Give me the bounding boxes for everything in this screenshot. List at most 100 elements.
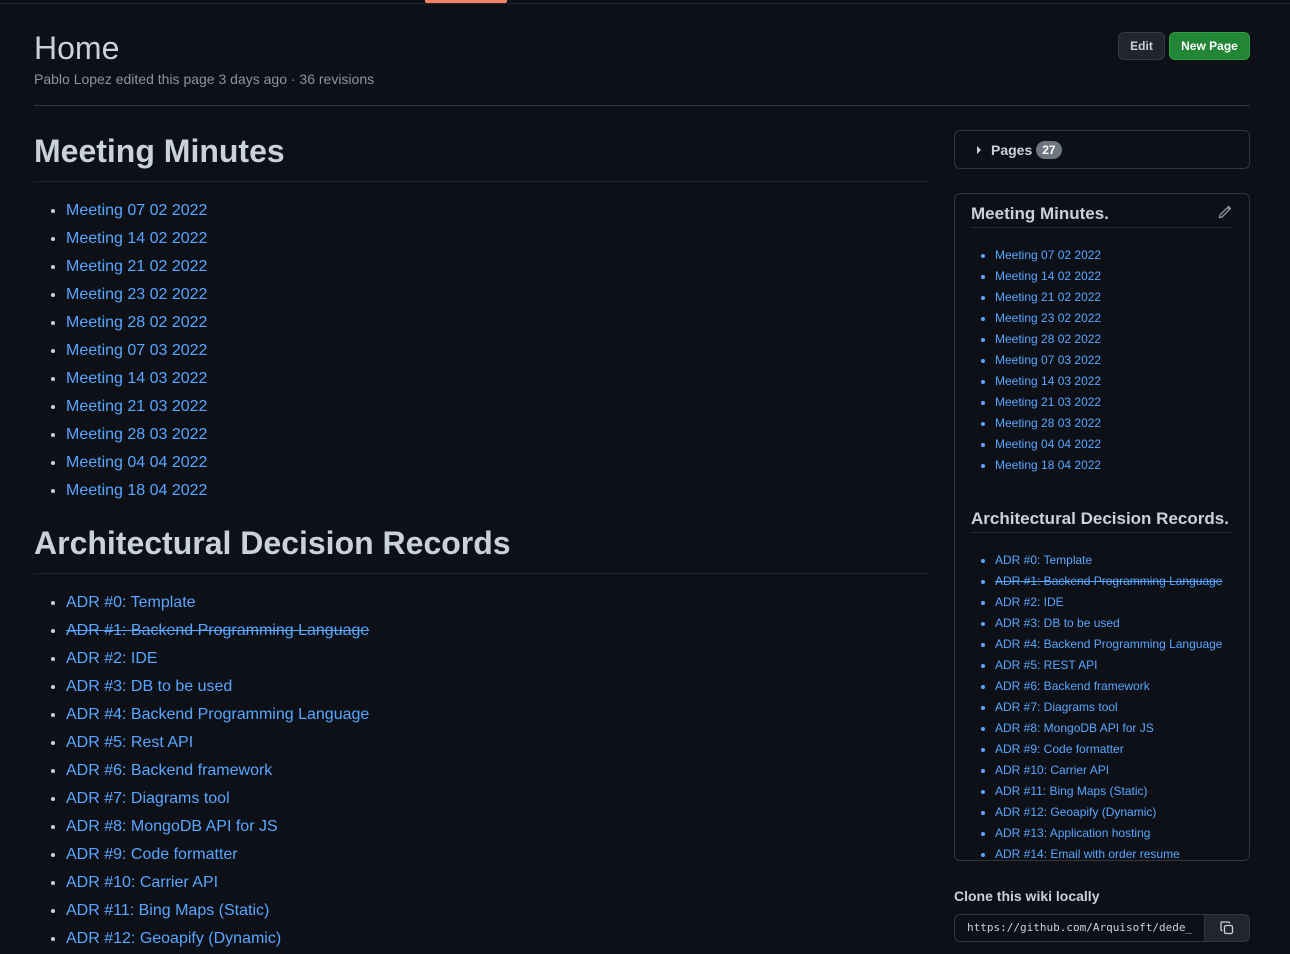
list-item: ADR #7: Diagrams tool: [995, 698, 1233, 719]
sidebar-adr-link[interactable]: ADR #4: Backend Programming Language: [995, 637, 1222, 651]
copy-button[interactable]: [1205, 914, 1250, 942]
list-item: Meeting 07 02 2022: [66, 198, 930, 226]
sidebar-meeting-link[interactable]: Meeting 14 02 2022: [995, 269, 1101, 283]
sidebar-adr-link[interactable]: ADR #2: IDE: [995, 595, 1064, 609]
adr-link[interactable]: ADR #12: Geoapify (Dynamic): [66, 930, 281, 947]
adr-link[interactable]: ADR #0: Template: [66, 594, 196, 611]
adr-link[interactable]: ADR #7: Diagrams tool: [66, 790, 230, 807]
list-item: Meeting 28 02 2022: [995, 330, 1233, 351]
adr-link-deprecated[interactable]: ADR #1: Backend Programming Language: [66, 622, 369, 639]
meeting-link[interactable]: Meeting 28 02 2022: [66, 314, 207, 331]
sidebar-adr-link[interactable]: ADR #7: Diagrams tool: [995, 700, 1118, 714]
adr-link[interactable]: ADR #11: Bing Maps (Static): [66, 902, 269, 919]
new-page-button[interactable]: New Page: [1169, 32, 1250, 60]
adr-heading: Architectural Decision Records: [34, 522, 930, 574]
adr-link[interactable]: ADR #8: MongoDB API for JS: [66, 818, 278, 835]
meeting-link[interactable]: Meeting 28 03 2022: [66, 426, 207, 443]
list-item: ADR #7: Diagrams tool: [66, 786, 930, 814]
sidebar-adr-link[interactable]: ADR #10: Carrier API: [995, 763, 1109, 777]
meeting-link[interactable]: Meeting 14 02 2022: [66, 230, 207, 247]
meeting-link[interactable]: Meeting 23 02 2022: [66, 286, 207, 303]
adr-link[interactable]: ADR #5: Rest API: [66, 734, 193, 751]
list-item: Meeting 21 03 2022: [66, 394, 930, 422]
clone-url-input[interactable]: https://github.com/Arquisoft/dede_: [954, 914, 1205, 942]
sidebar-meeting-link[interactable]: Meeting 07 02 2022: [995, 248, 1101, 262]
meeting-link[interactable]: Meeting 04 04 2022: [66, 454, 207, 471]
adr-link[interactable]: ADR #9: Code formatter: [66, 846, 238, 863]
sidebar-adr-link[interactable]: ADR #14: Email with order resume: [995, 847, 1180, 861]
edit-info: edited this page 3 days ago · 36 revisio…: [111, 71, 375, 87]
sidebar-adr-link[interactable]: ADR #12: Geoapify (Dynamic): [995, 805, 1156, 819]
list-item: ADR #11: Bing Maps (Static): [995, 782, 1233, 803]
page-meta: Pablo Lopez edited this page 3 days ago …: [34, 71, 374, 87]
list-item: ADR #9: Code formatter: [66, 842, 930, 870]
list-item: ADR #0: Template: [995, 551, 1233, 572]
clone-title: Clone this wiki locally: [954, 888, 1100, 904]
author-link[interactable]: Pablo Lopez: [34, 71, 112, 87]
meeting-link[interactable]: Meeting 07 02 2022: [66, 202, 207, 219]
pages-toggle[interactable]: Pages 27: [954, 130, 1250, 169]
adr-list: ADR #0: Template ADR #1: Backend Program…: [34, 590, 930, 954]
list-item: Meeting 28 03 2022: [66, 422, 930, 450]
sidebar-meeting-link[interactable]: Meeting 21 02 2022: [995, 290, 1101, 304]
meeting-link[interactable]: Meeting 14 03 2022: [66, 370, 207, 387]
sidebar-adr-link[interactable]: ADR #6: Backend framework: [995, 679, 1150, 693]
list-item: ADR #11: Bing Maps (Static): [66, 898, 930, 926]
list-item: Meeting 21 02 2022: [995, 288, 1233, 309]
meeting-minutes-heading: Meeting Minutes: [34, 130, 930, 182]
active-tab-indicator: [425, 0, 507, 3]
sidebar-adr-link[interactable]: ADR #9: Code formatter: [995, 742, 1124, 756]
list-item: ADR #0: Template: [66, 590, 930, 618]
sidebar-meeting-link[interactable]: Meeting 28 02 2022: [995, 332, 1101, 346]
list-item: Meeting 07 03 2022: [66, 338, 930, 366]
meeting-link[interactable]: Meeting 07 03 2022: [66, 342, 207, 359]
list-item: ADR #6: Backend framework: [66, 758, 930, 786]
sidebar-meeting-link[interactable]: Meeting 04 04 2022: [995, 437, 1101, 451]
list-item: ADR #4: Backend Programming Language: [995, 635, 1233, 656]
list-item: ADR #14: Email with order resume: [995, 845, 1233, 866]
sidebar-adr-list: ADR #0: Template ADR #1: Backend Program…: [971, 551, 1233, 866]
list-item: ADR #4: Backend Programming Language: [66, 702, 930, 730]
wiki-content: Meeting Minutes Meeting 07 02 2022 Meeti…: [34, 130, 930, 954]
sidebar-meeting-link[interactable]: Meeting 28 03 2022: [995, 416, 1101, 430]
sidebar-meeting-link[interactable]: Meeting 14 03 2022: [995, 374, 1101, 388]
list-item: ADR #12: Geoapify (Dynamic): [66, 926, 930, 954]
caret-right-icon: [977, 145, 981, 154]
custom-sidebar: Meeting Minutes. Meeting 07 02 2022 Meet…: [954, 193, 1250, 861]
wiki-header: Home Pablo Lopez edited this page 3 days…: [34, 28, 1250, 106]
sidebar-adr-link-deprecated[interactable]: ADR #1: Backend Programming Language: [995, 574, 1222, 588]
adr-link[interactable]: ADR #3: DB to be used: [66, 678, 232, 695]
list-item: Meeting 04 04 2022: [995, 435, 1233, 456]
list-item: ADR #12: Geoapify (Dynamic): [995, 803, 1233, 824]
sidebar-adr-link[interactable]: ADR #3: DB to be used: [995, 616, 1120, 630]
sidebar-meeting-link[interactable]: Meeting 23 02 2022: [995, 311, 1101, 325]
sidebar-adr-link[interactable]: ADR #13: Application hosting: [995, 826, 1150, 840]
meeting-link[interactable]: Meeting 21 03 2022: [66, 398, 207, 415]
list-item: Meeting 07 02 2022: [995, 246, 1233, 267]
meeting-link[interactable]: Meeting 18 04 2022: [66, 482, 207, 499]
adr-link[interactable]: ADR #10: Carrier API: [66, 874, 218, 891]
edit-button[interactable]: Edit: [1118, 32, 1165, 60]
list-item: ADR #3: DB to be used: [66, 674, 930, 702]
sidebar-adr-link[interactable]: ADR #11: Bing Maps (Static): [995, 784, 1148, 798]
adr-link[interactable]: ADR #2: IDE: [66, 650, 158, 667]
meeting-list: Meeting 07 02 2022 Meeting 14 02 2022 Me…: [34, 198, 930, 506]
list-item: ADR #8: MongoDB API for JS: [995, 719, 1233, 740]
sidebar-adr-link[interactable]: ADR #5: REST API: [995, 658, 1098, 672]
adr-link[interactable]: ADR #6: Backend framework: [66, 762, 272, 779]
sidebar-meeting-heading: Meeting Minutes.: [971, 194, 1233, 228]
meeting-link[interactable]: Meeting 21 02 2022: [66, 258, 207, 275]
sidebar-adr-link[interactable]: ADR #8: MongoDB API for JS: [995, 721, 1154, 735]
sidebar-meeting-link[interactable]: Meeting 18 04 2022: [995, 458, 1101, 472]
sidebar-meeting-link[interactable]: Meeting 07 03 2022: [995, 353, 1101, 367]
sidebar-adr-link[interactable]: ADR #0: Template: [995, 553, 1092, 567]
adr-link[interactable]: ADR #4: Backend Programming Language: [66, 706, 369, 723]
list-item: Meeting 21 03 2022: [995, 393, 1233, 414]
list-item: ADR #5: Rest API: [66, 730, 930, 758]
list-item: ADR #10: Carrier API: [66, 870, 930, 898]
pages-label: Pages: [991, 141, 1033, 158]
pencil-icon[interactable]: [1217, 204, 1233, 220]
list-item: ADR #13: Application hosting: [995, 824, 1233, 845]
sidebar-meeting-link[interactable]: Meeting 21 03 2022: [995, 395, 1101, 409]
list-item: ADR #1: Backend Programming Language: [995, 572, 1233, 593]
